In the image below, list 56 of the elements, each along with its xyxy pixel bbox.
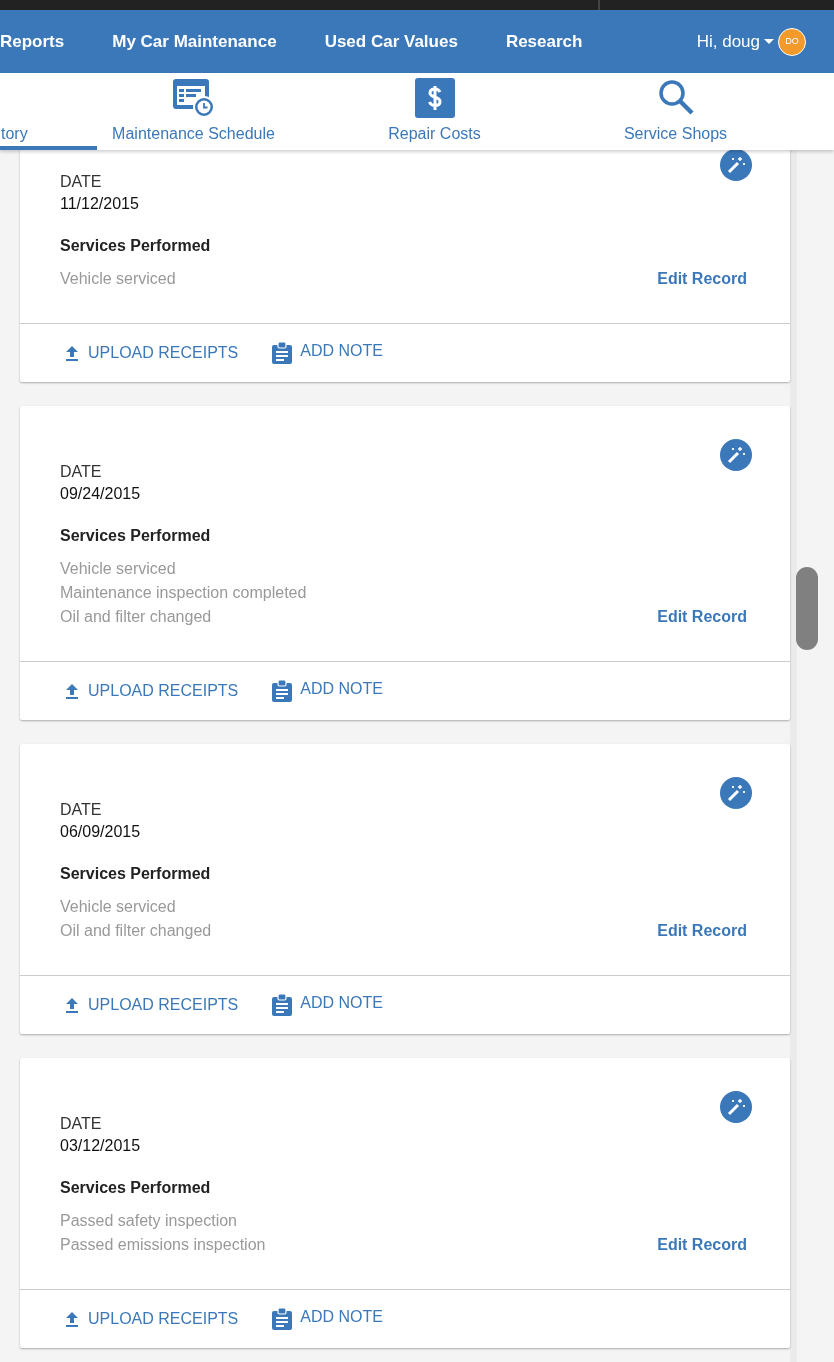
date-label: DATE	[60, 1114, 103, 1134]
date-value: 03/12/2015	[60, 1136, 142, 1156]
add-note-button[interactable]: ADD NOTE	[272, 342, 383, 364]
date-label: DATE	[60, 462, 103, 482]
section-heading: Services Performed	[60, 236, 211, 256]
edit-record-link[interactable]: Edit Record	[657, 919, 747, 943]
service-item: Oil and filter changed	[60, 607, 213, 627]
section-heading: Services Performed	[60, 526, 212, 546]
date-value: 06/09/2015	[60, 822, 142, 842]
nav-link[interactable]: Reports	[0, 28, 65, 55]
date-value: 09/24/2015	[60, 484, 142, 504]
edit-record-link[interactable]: Edit Record	[657, 267, 747, 291]
service-item: Vehicle serviced	[60, 559, 177, 579]
user-avatar: DO	[778, 27, 806, 56]
tab[interactable]: Repair Costs	[314, 73, 555, 150]
upload-receipts-button[interactable]: UPLOAD RECEIPTS	[64, 679, 239, 703]
service-item: Vehicle serviced	[60, 269, 177, 289]
caret-icon	[764, 39, 774, 44]
scrollbar-thumb[interactable]	[796, 567, 818, 650]
clipboard-icon	[272, 1308, 293, 1330]
upload-receipts-button[interactable]: UPLOAD RECEIPTS	[64, 993, 239, 1017]
upload-icon	[64, 1311, 80, 1327]
add-note-button[interactable]: ADD NOTE	[272, 994, 383, 1016]
clipboard-icon	[272, 680, 293, 702]
magic-wand-icon[interactable]	[720, 777, 752, 809]
service-item: Passed safety inspection	[60, 1211, 238, 1231]
nav-link[interactable]: Used Car Values	[324, 28, 458, 55]
section-heading: Services Performed	[60, 864, 212, 884]
service-item: Vehicle serviced	[60, 897, 177, 917]
upload-icon	[64, 997, 80, 1013]
date-value: 11/12/2015	[60, 194, 140, 214]
user-menu-button[interactable]: Hi, doug	[696, 28, 774, 55]
clipboard-icon	[272, 994, 293, 1016]
nav-link[interactable]: Research	[505, 28, 583, 55]
add-note-button[interactable]: ADD NOTE	[272, 1308, 383, 1330]
nav-link[interactable]: My Car Maintenance	[112, 28, 277, 55]
service-item: Oil and filter changed	[60, 921, 212, 941]
add-note-button[interactable]: ADD NOTE	[272, 680, 383, 702]
tab[interactable]: Service Shops	[555, 73, 796, 150]
magic-wand-icon[interactable]	[720, 1091, 752, 1123]
upload-icon	[64, 345, 80, 361]
date-label: DATE	[60, 800, 103, 820]
clipboard-icon	[272, 342, 293, 364]
edit-record-link[interactable]: Edit Record	[657, 1233, 747, 1257]
section-heading: Services Performed	[60, 1178, 212, 1198]
dollar-icon	[414, 78, 455, 118]
service-item: Passed emissions inspection	[60, 1235, 266, 1255]
date-label: DATE	[60, 172, 103, 192]
calendar-clock-icon	[171, 78, 216, 118]
service-item: Maintenance inspection completed	[60, 583, 307, 603]
magic-wand-icon[interactable]	[720, 439, 752, 471]
upload-receipts-button[interactable]: UPLOAD RECEIPTS	[64, 1307, 239, 1331]
upload-receipts-button[interactable]: UPLOAD RECEIPTS	[64, 341, 239, 365]
magic-wand-icon[interactable]	[720, 150, 752, 181]
edit-record-link[interactable]: Edit Record	[657, 605, 747, 629]
upload-icon	[64, 683, 80, 699]
